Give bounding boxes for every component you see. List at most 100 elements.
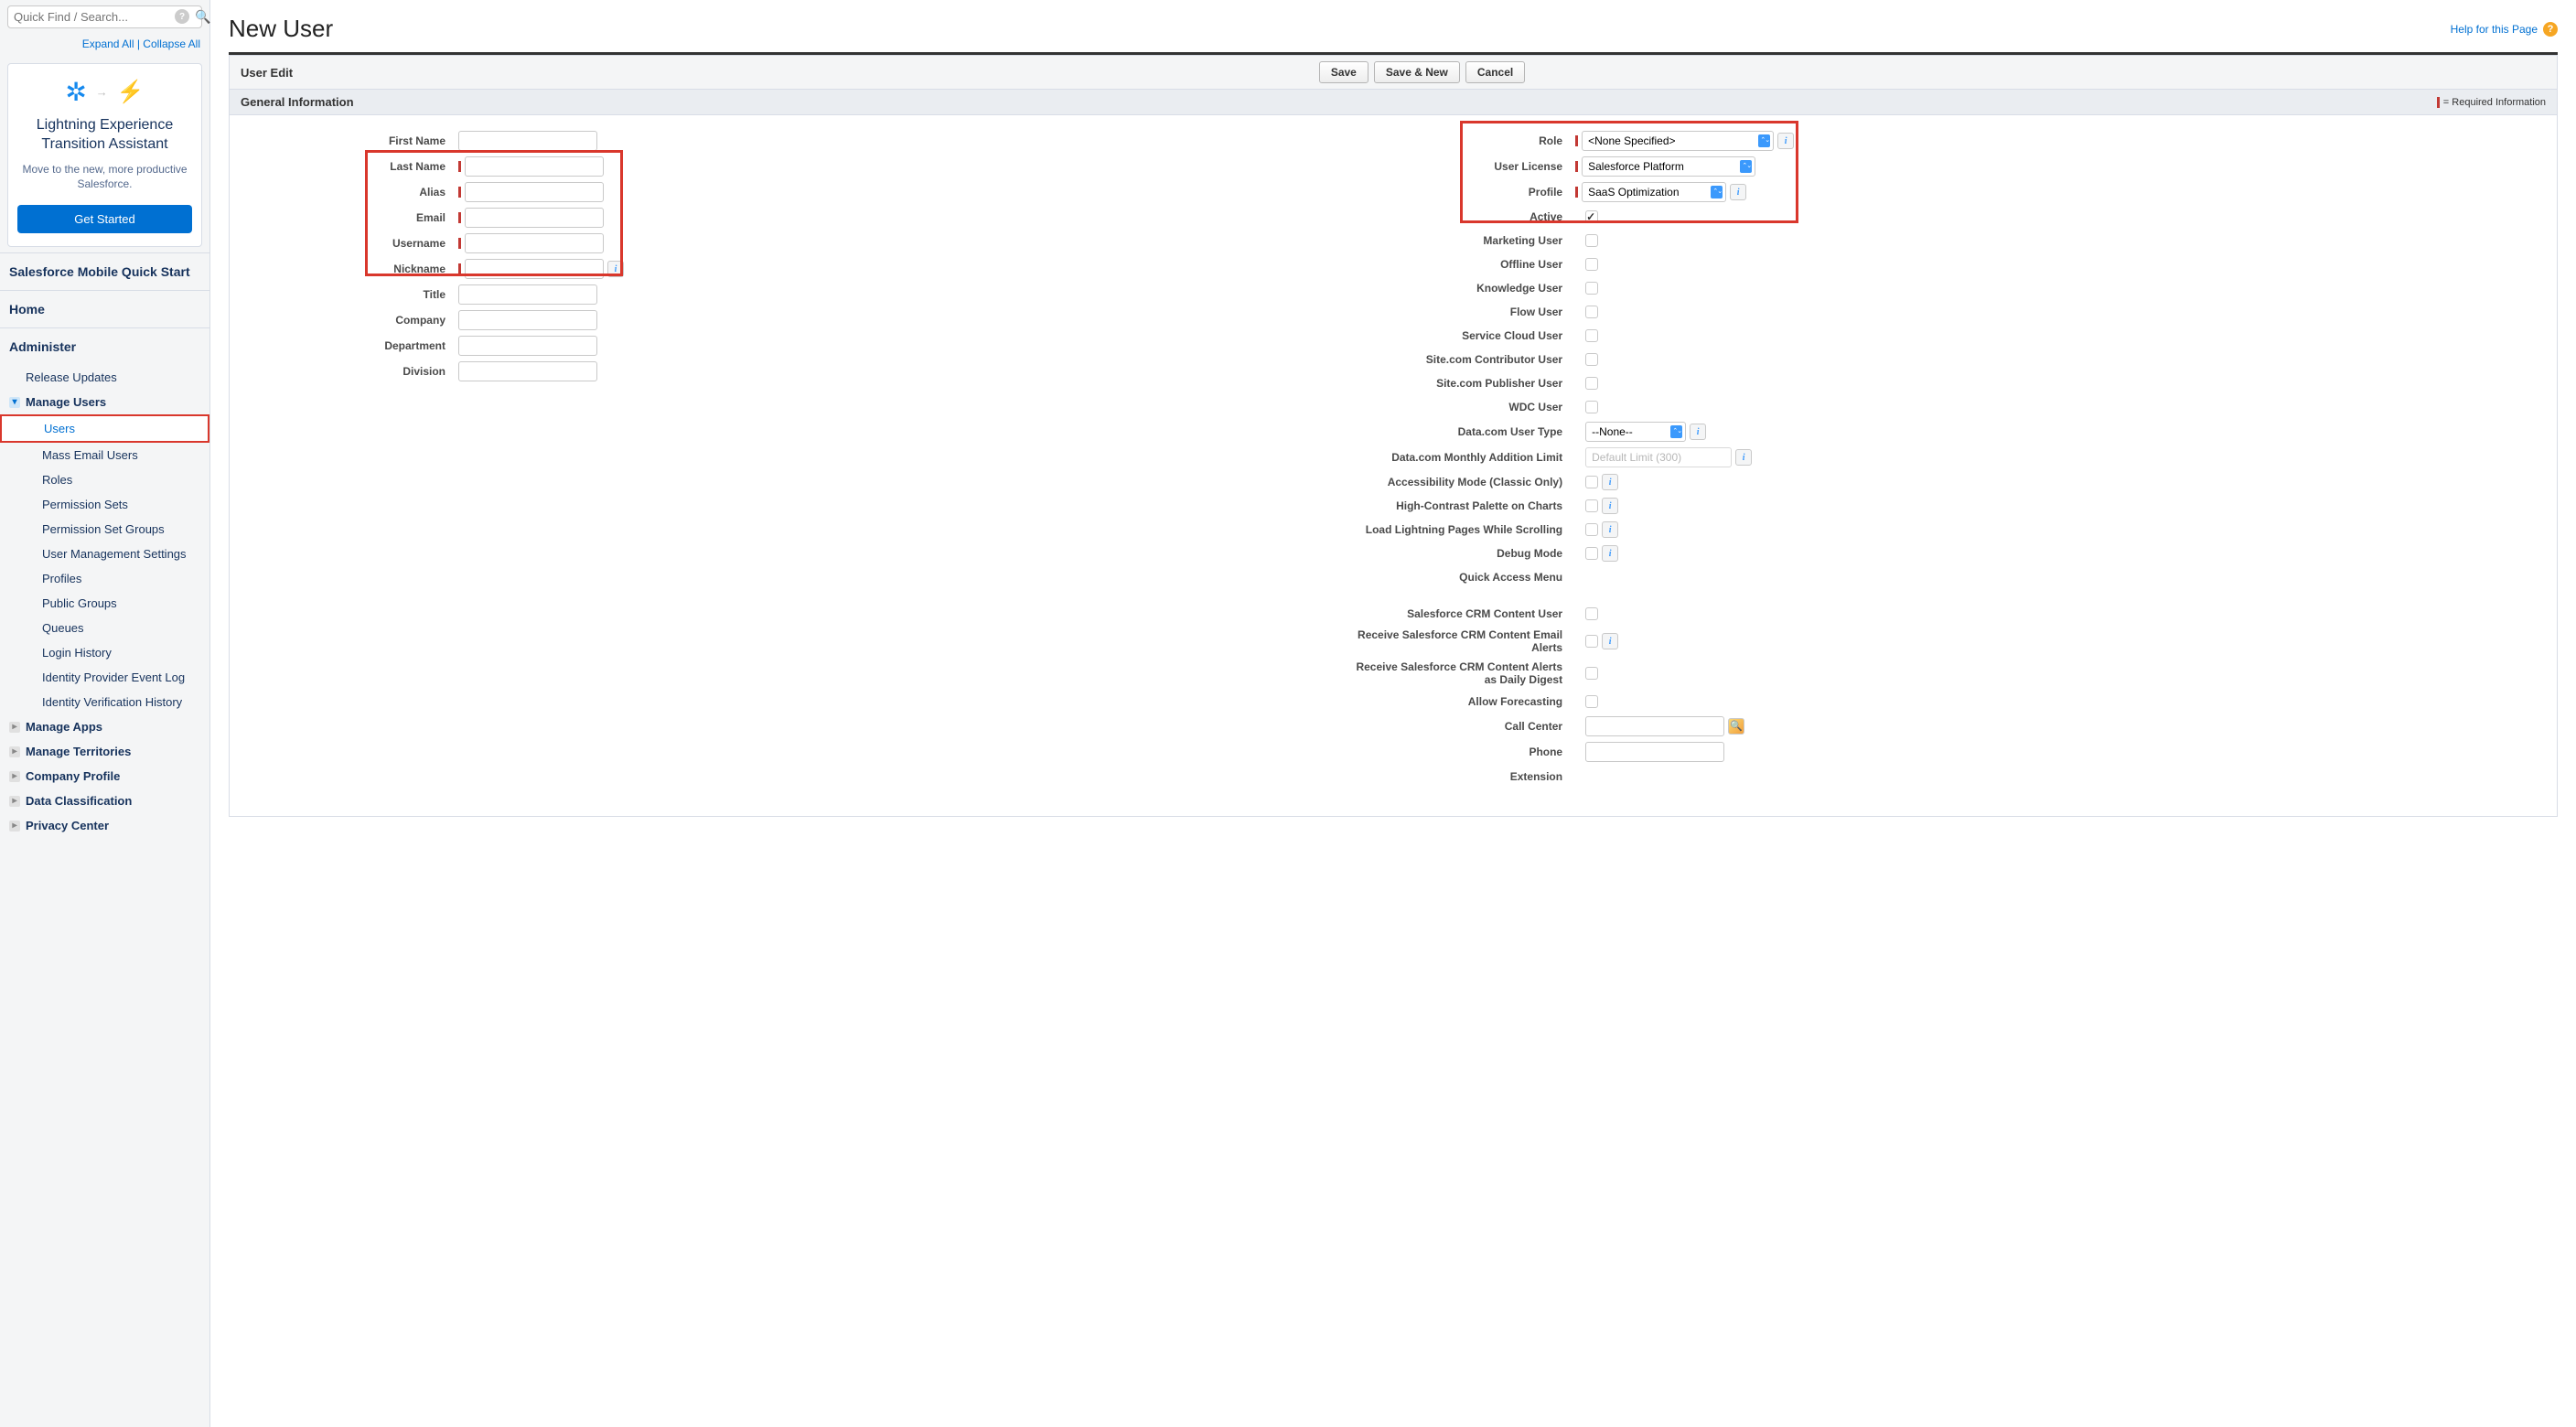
label-profile: Profile (1356, 186, 1575, 198)
sidebar-item-label: Manage Apps (26, 720, 102, 734)
sidebar-item-user-mgmt-settings[interactable]: User Management Settings (0, 542, 209, 566)
form-left-column: First Name Last Name Alias Email Usernam… (230, 128, 1347, 789)
high-contrast-checkbox[interactable] (1585, 499, 1598, 512)
info-icon[interactable]: i (1602, 521, 1618, 538)
label-debug-mode: Debug Mode (1356, 547, 1575, 560)
sidebar-item-permission-set-groups[interactable]: Permission Set Groups (0, 517, 209, 542)
flower-icon: ✲ (65, 77, 86, 107)
crm-email-alerts-checkbox[interactable] (1585, 635, 1598, 648)
sidebar-item-idp-log[interactable]: Identity Provider Event Log (0, 665, 209, 690)
datacom-limit-select[interactable]: Default Limit (300) (1585, 447, 1732, 467)
label-allow-forecasting: Allow Forecasting (1356, 695, 1575, 708)
info-icon[interactable]: i (1730, 184, 1746, 200)
sidebar-item-manage-apps[interactable]: ▸ Manage Apps (0, 714, 209, 739)
sidebar-item-manage-territories[interactable]: ▸Manage Territories (0, 739, 209, 764)
info-icon[interactable]: i (1777, 133, 1794, 149)
sidebar-item-company-profile[interactable]: ▸Company Profile (0, 764, 209, 789)
sidebar: ? 🔍 Expand All | Collapse All ✲ → ⚡ Ligh… (0, 0, 210, 1427)
debug-mode-checkbox[interactable] (1585, 547, 1598, 560)
profile-select[interactable]: SaaS Optimization (1582, 182, 1726, 202)
title-input[interactable] (458, 284, 597, 305)
offline-user-checkbox[interactable] (1585, 258, 1598, 271)
info-icon[interactable]: i (607, 261, 624, 277)
get-started-button[interactable]: Get Started (17, 205, 192, 233)
label-extension: Extension (1356, 770, 1575, 783)
sidebar-item-id-verify[interactable]: Identity Verification History (0, 690, 209, 714)
department-input[interactable] (458, 336, 597, 356)
sidebar-item-label: Manage Territories (26, 745, 131, 758)
sidebar-item-queues[interactable]: Queues (0, 616, 209, 640)
service-cloud-checkbox[interactable] (1585, 329, 1598, 342)
label-email: Email (239, 211, 458, 224)
info-icon[interactable]: i (1602, 498, 1618, 514)
email-input[interactable] (465, 208, 604, 228)
collapse-all-link[interactable]: Collapse All (143, 38, 200, 50)
info-icon[interactable]: i (1602, 633, 1618, 649)
quick-find-search[interactable]: ? 🔍 (7, 5, 202, 28)
label-nickname: Nickname (239, 263, 458, 275)
info-icon[interactable]: i (1690, 424, 1706, 440)
label-load-lightning: Load Lightning Pages While Scrolling (1356, 523, 1575, 536)
datacom-type-select[interactable]: --None-- (1585, 422, 1686, 442)
card-title: Lightning Experience Transition Assistan… (17, 116, 192, 155)
alias-input[interactable] (465, 182, 604, 202)
required-note: = Required Information (2437, 97, 2546, 108)
phone-input[interactable] (1585, 742, 1724, 762)
role-select[interactable]: <None Specified> (1582, 131, 1774, 151)
sidebar-item-users[interactable]: Users (0, 414, 209, 443)
sidebar-item-privacy-center[interactable]: ▸Privacy Center (0, 813, 209, 838)
wdc-user-checkbox[interactable] (1585, 401, 1598, 413)
expand-all-link[interactable]: Expand All (82, 38, 134, 50)
save-button[interactable]: Save (1319, 61, 1368, 83)
crm-content-checkbox[interactable] (1585, 607, 1598, 620)
active-checkbox[interactable] (1585, 210, 1598, 223)
username-input[interactable] (465, 233, 604, 253)
save-and-new-button[interactable]: Save & New (1374, 61, 1460, 83)
last-name-input[interactable] (465, 156, 604, 177)
knowledge-user-checkbox[interactable] (1585, 282, 1598, 295)
sidebar-section-home[interactable]: Home (0, 290, 209, 327)
cancel-button[interactable]: Cancel (1465, 61, 1525, 83)
label-wdc-user: WDC User (1356, 401, 1575, 413)
flow-user-checkbox[interactable] (1585, 306, 1598, 318)
caret-right-icon: ▸ (9, 722, 20, 733)
sidebar-item-roles[interactable]: Roles (0, 467, 209, 492)
company-input[interactable] (458, 310, 597, 330)
lookup-icon[interactable]: 🔍 (1728, 718, 1744, 735)
site-contributor-checkbox[interactable] (1585, 353, 1598, 366)
help-link[interactable]: Help for this Page ? (2451, 22, 2558, 37)
nickname-input[interactable] (465, 259, 604, 279)
user-license-select[interactable]: Salesforce Platform (1582, 156, 1755, 177)
sidebar-section-quickstart[interactable]: Salesforce Mobile Quick Start (0, 252, 209, 290)
label-offline-user: Offline User (1356, 258, 1575, 271)
first-name-input[interactable] (458, 131, 597, 151)
sidebar-item-profiles[interactable]: Profiles (0, 566, 209, 591)
sidebar-item-release-updates[interactable]: Release Updates (0, 365, 209, 390)
marketing-user-checkbox[interactable] (1585, 234, 1598, 247)
section-general-info: General Information = Required Informati… (229, 90, 2558, 115)
clear-icon[interactable]: ? (175, 9, 189, 24)
sidebar-item-data-classification[interactable]: ▸Data Classification (0, 789, 209, 813)
card-subtitle: Move to the new, more productive Salesfo… (17, 162, 192, 193)
call-center-input[interactable] (1585, 716, 1724, 736)
label-username: Username (239, 237, 458, 250)
info-icon[interactable]: i (1602, 474, 1618, 490)
sidebar-item-public-groups[interactable]: Public Groups (0, 591, 209, 616)
load-lightning-checkbox[interactable] (1585, 523, 1598, 536)
division-input[interactable] (458, 361, 597, 381)
sidebar-item-manage-users[interactable]: ▾Manage Users (0, 390, 209, 414)
search-icon[interactable]: 🔍 (195, 9, 210, 25)
label-service-cloud-user: Service Cloud User (1356, 329, 1575, 342)
required-mark-icon (1575, 135, 1578, 146)
site-publisher-checkbox[interactable] (1585, 377, 1598, 390)
info-icon[interactable]: i (1602, 545, 1618, 562)
crm-daily-digest-checkbox[interactable] (1585, 667, 1598, 680)
sidebar-item-permission-sets[interactable]: Permission Sets (0, 492, 209, 517)
required-mark-icon (1575, 161, 1578, 172)
sidebar-item-mass-email[interactable]: Mass Email Users (0, 443, 209, 467)
accessibility-checkbox[interactable] (1585, 476, 1598, 488)
allow-forecasting-checkbox[interactable] (1585, 695, 1598, 708)
search-input[interactable] (14, 10, 175, 24)
sidebar-item-login-history[interactable]: Login History (0, 640, 209, 665)
info-icon[interactable]: i (1735, 449, 1752, 466)
